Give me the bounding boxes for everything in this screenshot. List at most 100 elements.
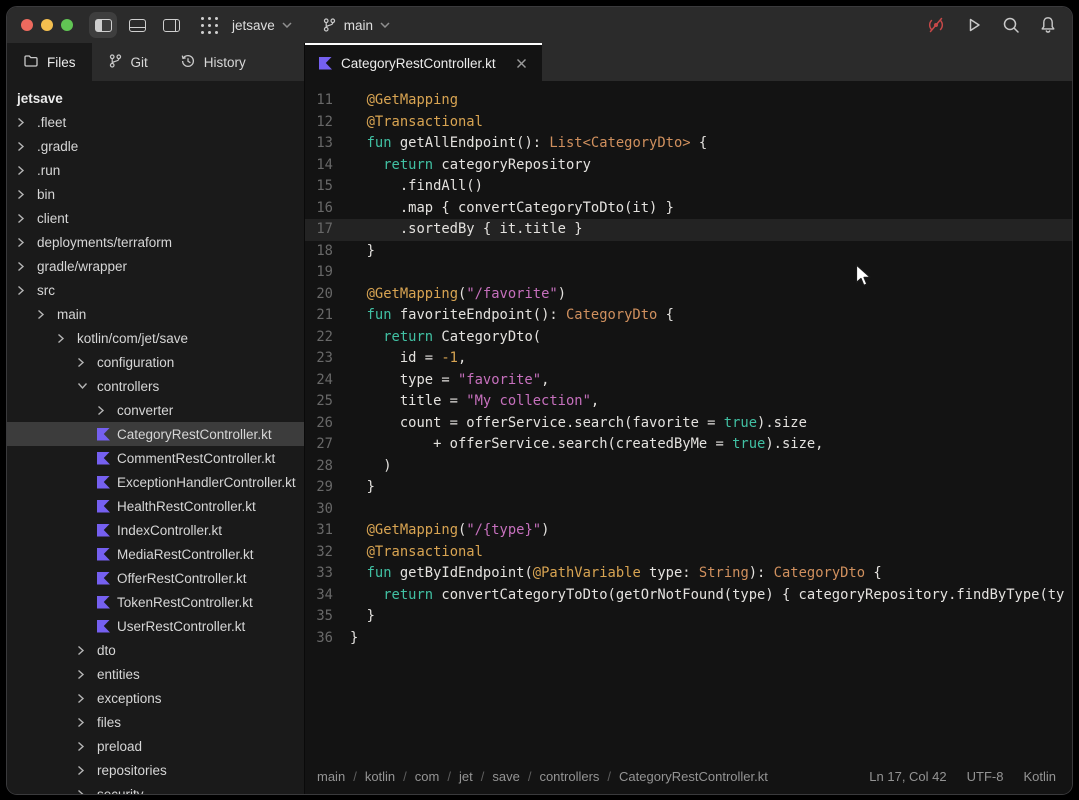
tree-item-folder[interactable]: dto (7, 638, 304, 662)
chevron-right-icon[interactable] (77, 789, 97, 794)
chevron-right-icon[interactable] (17, 213, 37, 224)
chevron-right-icon[interactable] (17, 117, 37, 128)
code-line[interactable]: 25 title = "My collection", (305, 391, 1072, 413)
project-selector[interactable]: jetsave (232, 18, 292, 33)
toggle-left-panel-button[interactable] (89, 12, 117, 38)
code-line[interactable]: 30 (305, 499, 1072, 521)
chevron-right-icon[interactable] (17, 237, 37, 248)
chevron-right-icon[interactable] (17, 189, 37, 200)
code-editor[interactable]: 11 @GetMapping 12 @Transactional 13 fun ge… (305, 81, 1072, 758)
chevron-right-icon[interactable] (37, 309, 57, 320)
code-line[interactable]: 17 .sortedBy { it.title } (305, 219, 1072, 241)
minimize-window-button[interactable] (41, 19, 53, 31)
sidebar-tab-history[interactable]: History (164, 43, 262, 81)
code-line[interactable]: 15 .findAll() (305, 176, 1072, 198)
tree-item-folder[interactable]: jetsave (7, 86, 304, 110)
chevron-right-icon[interactable] (77, 741, 97, 752)
tree-item-file[interactable]: CommentRestController.kt (7, 446, 304, 470)
tree-item-folder[interactable]: src (7, 278, 304, 302)
chevron-right-icon[interactable] (77, 765, 97, 776)
tree-item-folder[interactable]: kotlin/com/jet/save (7, 326, 304, 350)
code-line[interactable]: 33 fun getByIdEndpoint(@PathVariable typ… (305, 563, 1072, 585)
breadcrumb-item[interactable]: com (415, 769, 440, 784)
breadcrumb-item[interactable]: kotlin (365, 769, 395, 784)
chevron-right-icon[interactable] (57, 333, 77, 344)
code-line[interactable]: 20 @GetMapping("/favorite") (305, 284, 1072, 306)
tree-item-folder[interactable]: controllers (7, 374, 304, 398)
code-line[interactable]: 35 } (305, 606, 1072, 628)
code-line[interactable]: 22 return CategoryDto( (305, 327, 1072, 349)
tree-item-folder[interactable]: deployments/terraform (7, 230, 304, 254)
tree-item-file[interactable]: TokenRestController.kt (7, 590, 304, 614)
tree-item-file[interactable]: IndexController.kt (7, 518, 304, 542)
code-line[interactable]: 29 } (305, 477, 1072, 499)
code-line[interactable]: 14 return categoryRepository (305, 155, 1072, 177)
chevron-down-icon[interactable] (77, 382, 97, 390)
sidebar-tab-git[interactable]: Git (92, 43, 164, 81)
code-line[interactable]: 16 .map { convertCategoryToDto(it) } (305, 198, 1072, 220)
code-line[interactable]: 34 return convertCategoryToDto(getOrNotF… (305, 585, 1072, 607)
tree-item-folder[interactable]: client (7, 206, 304, 230)
tree-item-file[interactable]: HealthRestController.kt (7, 494, 304, 518)
tree-item-folder[interactable]: main (7, 302, 304, 326)
tree-item-folder[interactable]: files (7, 710, 304, 734)
breadcrumb-item[interactable]: jet (459, 769, 473, 784)
tree-item-folder[interactable]: exceptions (7, 686, 304, 710)
chevron-right-icon[interactable] (97, 405, 117, 416)
tree-item-file[interactable]: OfferRestController.kt (7, 566, 304, 590)
code-line[interactable]: 26 count = offerService.search(favorite … (305, 413, 1072, 435)
code-line[interactable]: 36} (305, 628, 1072, 650)
file-encoding[interactable]: UTF-8 (967, 769, 1004, 784)
chevron-right-icon[interactable] (17, 261, 37, 272)
code-line[interactable]: 19 (305, 262, 1072, 284)
breadcrumb-item[interactable]: save (492, 769, 519, 784)
tree-item-folder[interactable]: repositories (7, 758, 304, 782)
chevron-right-icon[interactable] (77, 669, 97, 680)
notifications-bell-icon[interactable] (1038, 15, 1058, 35)
toggle-right-panel-button[interactable] (157, 12, 185, 38)
chevron-right-icon[interactable] (17, 285, 37, 296)
close-window-button[interactable] (21, 19, 33, 31)
code-line[interactable]: 11 @GetMapping (305, 90, 1072, 112)
chevron-right-icon[interactable] (77, 717, 97, 728)
code-line[interactable]: 24 type = "favorite", (305, 370, 1072, 392)
caret-position[interactable]: Ln 17, Col 42 (869, 769, 946, 784)
tree-item-file[interactable]: CategoryRestController.kt (7, 422, 304, 446)
tree-item-folder[interactable]: security (7, 782, 304, 794)
code-line[interactable]: 21 fun favoriteEndpoint(): CategoryDto { (305, 305, 1072, 327)
search-icon[interactable] (1001, 15, 1021, 35)
tree-item-folder[interactable]: entities (7, 662, 304, 686)
code-line[interactable]: 13 fun getAllEndpoint(): List<CategoryDt… (305, 133, 1072, 155)
tree-item-folder[interactable]: .run (7, 158, 304, 182)
breadcrumb-item[interactable]: main (317, 769, 345, 784)
close-tab-icon[interactable] (515, 57, 528, 70)
tree-item-folder[interactable]: preload (7, 734, 304, 758)
live-share-off-icon[interactable] (925, 15, 947, 35)
code-line[interactable]: 31 @GetMapping("/{type}") (305, 520, 1072, 542)
code-line[interactable]: 12 @Transactional (305, 112, 1072, 134)
tree-item-folder[interactable]: .gradle (7, 134, 304, 158)
chevron-right-icon[interactable] (77, 357, 97, 368)
code-line[interactable]: 32 @Transactional (305, 542, 1072, 564)
chevron-right-icon[interactable] (17, 165, 37, 176)
branch-selector[interactable]: main (322, 17, 390, 33)
sidebar-tab-files[interactable]: Files (7, 43, 92, 81)
tree-item-file[interactable]: UserRestController.kt (7, 614, 304, 638)
tools-grid-icon[interactable] (201, 16, 218, 34)
code-line[interactable]: 27 + offerService.search(createdByMe = t… (305, 434, 1072, 456)
tree-item-folder[interactable]: configuration (7, 350, 304, 374)
chevron-right-icon[interactable] (77, 645, 97, 656)
tree-item-folder[interactable]: .fleet (7, 110, 304, 134)
tree-item-folder[interactable]: converter (7, 398, 304, 422)
chevron-right-icon[interactable] (17, 141, 37, 152)
breadcrumb-item[interactable]: controllers (539, 769, 599, 784)
tree-item-file[interactable]: ExceptionHandlerController.kt (7, 470, 304, 494)
tree-item-folder[interactable]: bin (7, 182, 304, 206)
file-language[interactable]: Kotlin (1023, 769, 1056, 784)
code-line[interactable]: 23 id = -1, (305, 348, 1072, 370)
breadcrumb-item[interactable]: CategoryRestController.kt (619, 769, 768, 784)
editor-tab-active[interactable]: CategoryRestController.kt (305, 43, 542, 81)
tree-item-file[interactable]: MediaRestController.kt (7, 542, 304, 566)
run-icon[interactable] (964, 15, 984, 35)
code-line[interactable]: 18 } (305, 241, 1072, 263)
